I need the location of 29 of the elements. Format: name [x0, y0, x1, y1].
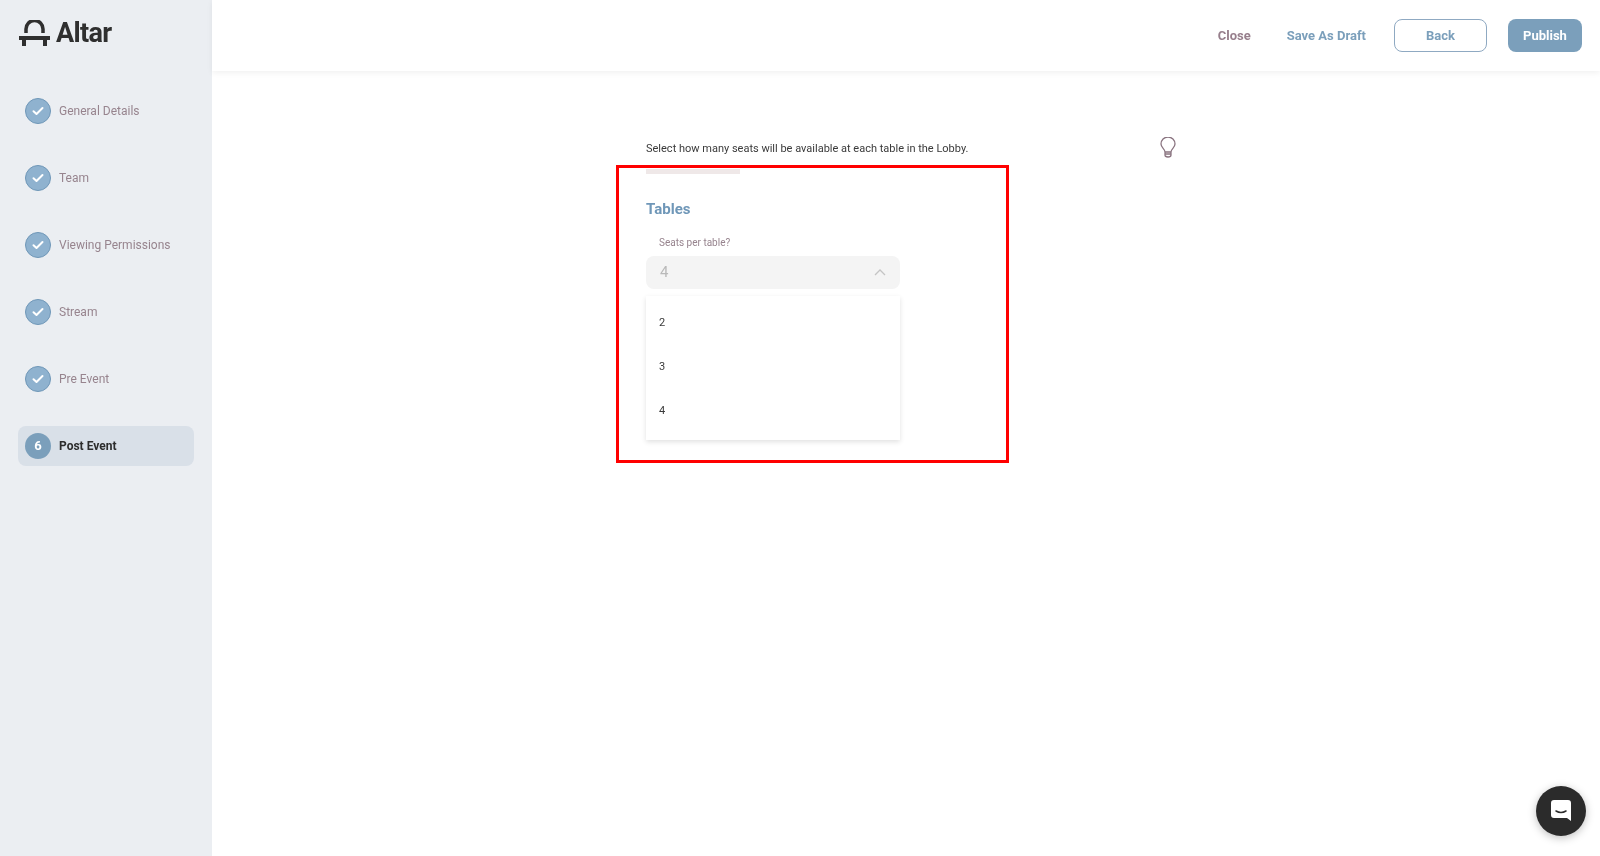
section-title: Tables — [646, 199, 692, 220]
step-item[interactable]: 6 Post Event — [18, 426, 194, 466]
option-item[interactable]: 4 — [646, 389, 900, 434]
save-draft-button[interactable]: Save As Draft — [1278, 25, 1374, 46]
step-item[interactable]: Stream — [18, 292, 194, 332]
field-label: Seats per table? — [658, 235, 732, 250]
lightbulb-icon[interactable] — [1160, 137, 1176, 159]
checkmark-icon — [32, 173, 44, 183]
checkmark-icon — [32, 106, 44, 116]
checkmark-icon — [32, 307, 44, 317]
step-item[interactable]: Team — [18, 158, 194, 198]
chat-icon — [1550, 799, 1572, 823]
description-text: Select how many seats will be available at each table in the Lobby. — [646, 141, 969, 157]
chat-button[interactable] — [1536, 786, 1586, 836]
step-item[interactable]: Viewing Permissions — [18, 225, 194, 265]
option-item[interactable]: 2 — [646, 301, 900, 346]
seats-select[interactable]: 4 — [646, 255, 900, 289]
checkmark-icon — [32, 374, 44, 384]
logo-text: Altar — [56, 20, 112, 47]
step-number: 6 — [25, 433, 51, 459]
checkmark-icon — [32, 240, 44, 250]
publish-button[interactable]: Publish — [1508, 19, 1582, 52]
option-item[interactable]: 3 — [646, 345, 900, 390]
step-item[interactable]: General Details — [18, 91, 194, 131]
step-item[interactable]: Pre Event — [18, 359, 194, 399]
chevron-icon — [874, 268, 886, 276]
close-button[interactable]: Close — [1209, 25, 1259, 46]
logo-icon — [19, 20, 50, 47]
back-button[interactable]: Back — [1394, 19, 1487, 52]
